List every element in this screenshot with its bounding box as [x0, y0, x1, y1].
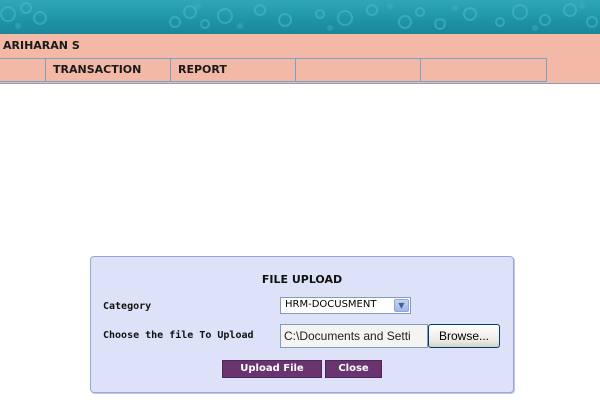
file-path-input[interactable]: C:\Documents and Setti — [280, 324, 428, 348]
file-label: Choose the file To Upload — [103, 330, 254, 341]
menu-item-first[interactable] — [0, 58, 45, 82]
user-bar: ARIHARAN S — [0, 34, 600, 57]
banner-decoration — [0, 2, 598, 31]
chevron-down-icon[interactable]: ▼ — [394, 299, 409, 312]
header-banner — [0, 0, 600, 34]
menu-item-5[interactable] — [420, 58, 547, 82]
file-upload-panel: FILE UPLOAD Category HRM-DOCUSMENT ▼ Cho… — [90, 256, 514, 393]
category-label: Category — [103, 301, 152, 312]
menu-item-4[interactable] — [295, 58, 420, 82]
menu-item-report[interactable]: REPORT — [170, 58, 295, 82]
panel-title: FILE UPLOAD — [261, 273, 343, 286]
menu-bar: TRANSACTION REPORT — [0, 57, 600, 84]
user-name: ARIHARAN S — [3, 39, 80, 52]
upload-file-button[interactable]: Upload File — [222, 360, 322, 378]
close-button[interactable]: Close — [325, 360, 382, 378]
menu-item-transaction[interactable]: TRANSACTION — [45, 58, 170, 82]
browse-button[interactable]: Browse... — [428, 324, 500, 348]
category-select[interactable]: HRM-DOCUSMENT ▼ — [280, 297, 411, 314]
category-selected-value: HRM-DOCUSMENT — [285, 299, 377, 310]
